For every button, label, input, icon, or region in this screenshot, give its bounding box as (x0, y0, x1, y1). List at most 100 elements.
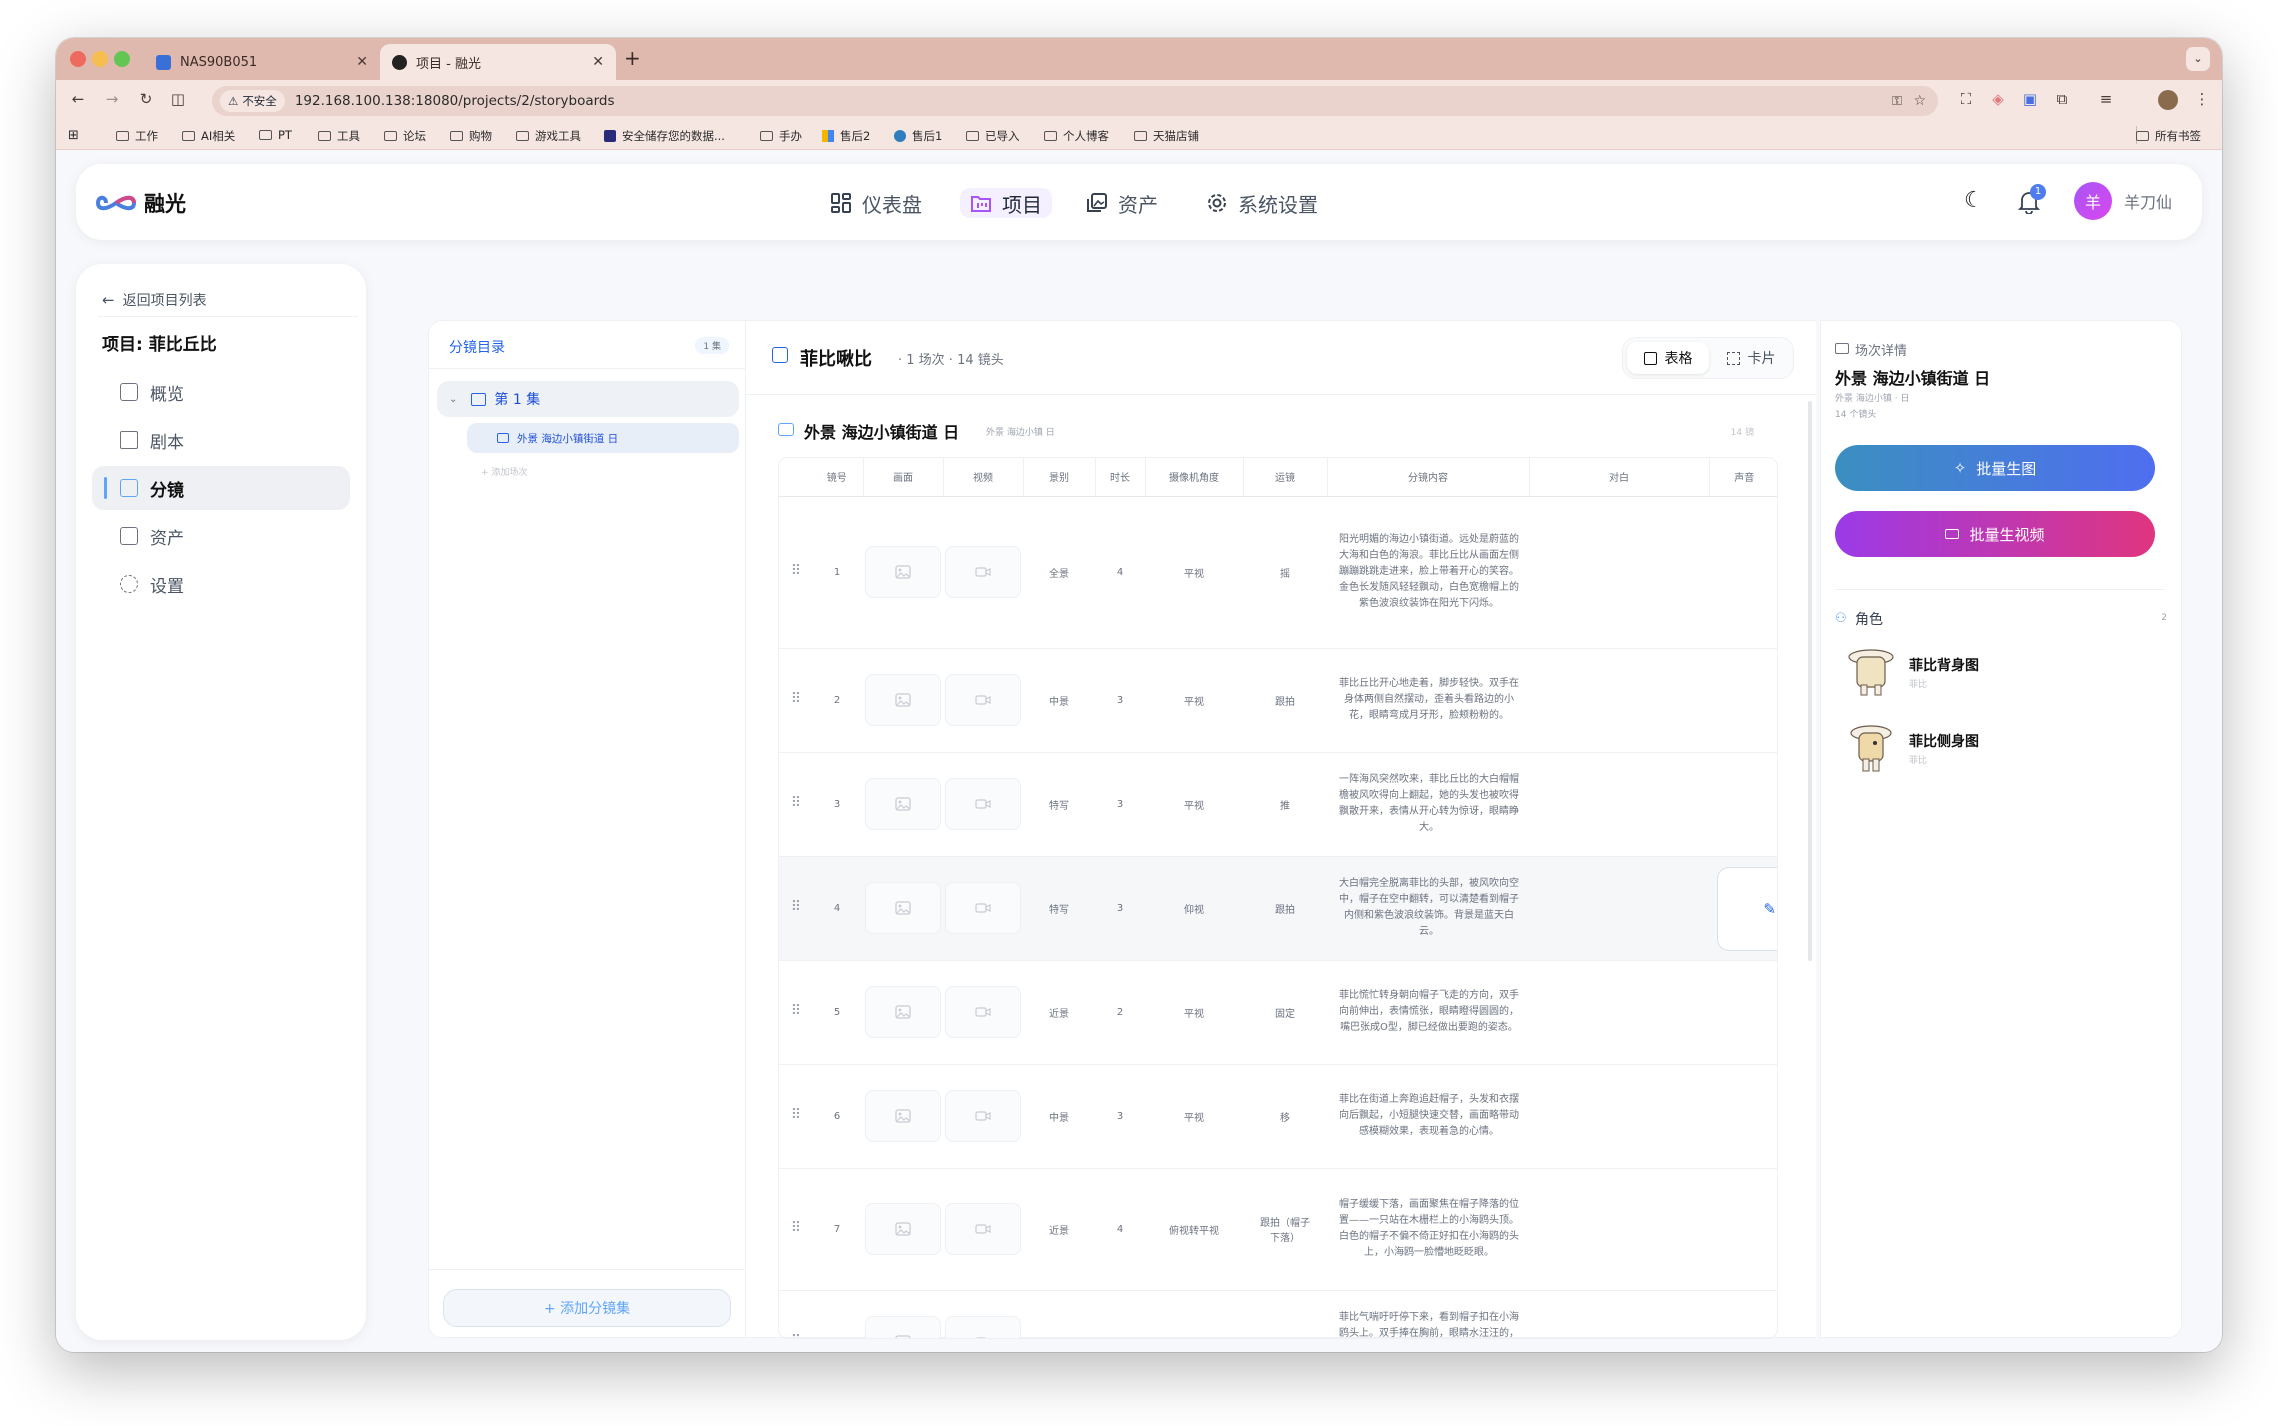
edit-row-button[interactable]: ✎ (1717, 866, 1777, 951)
sidebar-item-script[interactable]: 剧本 (92, 418, 350, 462)
dialog-cell[interactable] (1529, 496, 1709, 649)
nav-projects[interactable]: 项目 (960, 188, 1052, 218)
image-cell[interactable] (863, 496, 943, 649)
nav-assets[interactable]: 资产 (1086, 188, 1158, 218)
table-row[interactable]: ⠿ 3 特写 3 平视推一阵海风突然吹来，菲比丘比的大白帽帽檐被风吹得向上翻起，她的头发… (779, 752, 1777, 857)
video-cell[interactable] (943, 960, 1023, 1065)
video-cell[interactable] (943, 752, 1023, 857)
camera-angle-cell[interactable]: 俯视转平视 (1145, 1168, 1243, 1291)
image-cell[interactable] (863, 752, 943, 857)
camera-angle-cell[interactable]: 平视 (1145, 1290, 1243, 1338)
apps-grid-icon[interactable]: ⊞ (68, 128, 79, 143)
dialog-cell[interactable] (1529, 1168, 1709, 1291)
video-placeholder[interactable] (945, 778, 1021, 830)
bookmark-item[interactable]: 论坛 (384, 128, 426, 144)
bookmark-item[interactable]: 天猫店铺 (1134, 128, 1199, 144)
sound-cell[interactable] (1709, 1064, 1777, 1169)
bookmark-item[interactable]: 工作 (116, 128, 158, 144)
bookmark-item[interactable]: 已导入 (966, 128, 1020, 144)
sound-cell[interactable]: ✎ (1709, 856, 1777, 961)
shot-size-cell[interactable]: 特写 (1023, 856, 1095, 961)
camera-angle-cell[interactable]: 平视 (1145, 960, 1243, 1065)
close-window-button[interactable] (70, 51, 86, 67)
drag-handle[interactable]: ⠿ (779, 1168, 811, 1291)
sound-cell[interactable] (1709, 1290, 1777, 1338)
sound-cell[interactable] (1709, 648, 1777, 753)
extension-icon[interactable]: ▣ (2020, 90, 2040, 108)
dialog-cell[interactable] (1529, 752, 1709, 857)
video-cell[interactable] (943, 856, 1023, 961)
table-row[interactable]: ⠿ 2 中景 3 平视 跟拍 菲比丘比开心地走着，脚步轻快。双手在身体两侧自然摆动，歪着头看… (779, 648, 1777, 753)
role-card[interactable]: 菲比侧身图 菲比 (1835, 715, 2165, 783)
minimize-window-button[interactable] (92, 51, 108, 67)
table-row[interactable]: ⠿ 5 近景 2 平视 固定 菲比慌忙转身朝向帽子飞走的方向，双手向前伸出，表情慌张，眼睛瞪… (779, 960, 1777, 1065)
bookmark-item[interactable]: 安全储存您的数据... (604, 128, 725, 144)
table-row[interactable]: ⠿ 4 特写 3 仰视 跟拍 大白帽完全脱离菲比的头部，被风吹向空中，帽子在空中翻转，可以清… (779, 856, 1777, 961)
back-arrow-icon[interactable]: ← (68, 90, 88, 108)
scrollbar-thumb[interactable] (1808, 401, 1812, 961)
bookmark-item[interactable]: 售后2 (822, 128, 870, 144)
table-row[interactable]: ⠿ 7 近景 4 俯视转平视 跟拍（帽子下落） 帽子缓缓下落，画面聚焦在帽子降落的位置——一… (779, 1168, 1777, 1291)
all-bookmarks[interactable]: 所有书签 (2136, 128, 2201, 144)
drag-handle[interactable]: ⠿ (779, 856, 811, 961)
duration-cell[interactable]: 3 (1095, 856, 1145, 961)
shot-size-cell[interactable]: 近景 (1023, 1290, 1095, 1338)
shot-size-cell[interactable]: 特写 (1023, 752, 1095, 857)
shot-size-cell[interactable]: 近景 (1023, 1168, 1095, 1291)
content-cell[interactable]: 菲比慌忙转身朝向帽子飞走的方向，双手向前伸出，表情慌张，眼睛瞪得圆圆的，嘴巴张成… (1327, 960, 1529, 1065)
camera-angle-cell[interactable]: 平视 (1145, 648, 1243, 753)
bookmark-item[interactable]: 手办 (760, 128, 802, 144)
dialog-cell[interactable] (1529, 648, 1709, 753)
episode-item[interactable]: ⌄ 第 1 集 (437, 381, 739, 417)
image-placeholder[interactable] (865, 882, 941, 934)
bookmark-item[interactable]: 售后1 (894, 128, 942, 144)
sidebar-item-overview[interactable]: 概览 (92, 370, 350, 414)
image-placeholder[interactable] (865, 674, 941, 726)
bookmark-item[interactable]: 游戏工具 (516, 128, 581, 144)
reading-list-icon[interactable]: ≡ (2096, 90, 2116, 108)
video-placeholder[interactable] (945, 1316, 1021, 1338)
sound-cell[interactable] (1709, 1168, 1777, 1291)
tab-nas[interactable]: NAS90B051 ✕ (144, 44, 380, 80)
shot-size-cell[interactable]: 近景 (1023, 960, 1095, 1065)
card-view-button[interactable]: 卡片 (1713, 342, 1789, 374)
video-cell[interactable] (943, 1168, 1023, 1291)
video-cell[interactable] (943, 496, 1023, 649)
duration-cell[interactable]: 3 (1095, 1064, 1145, 1169)
drag-handle[interactable]: ⠿ (779, 1064, 811, 1169)
image-cell[interactable] (863, 1168, 943, 1291)
batch-generate-images-button[interactable]: ✧ 批量生图 (1835, 445, 2155, 491)
dialog-cell[interactable] (1529, 1064, 1709, 1169)
image-cell[interactable] (863, 1290, 943, 1338)
close-tab-icon[interactable]: ✕ (356, 54, 368, 70)
drag-handle[interactable]: ⠿ (779, 1290, 811, 1338)
reader-mode-icon[interactable]: ◫ (168, 90, 188, 108)
camera-move-cell[interactable]: 推 (1243, 752, 1327, 857)
star-icon[interactable]: ☆ (1913, 93, 1926, 109)
content-cell[interactable]: 菲比在街道上奔跑追赶帽子，头发和衣摆向后飘起，小短腿快速交替，画面略带动感模糊效… (1327, 1064, 1529, 1169)
notification-button[interactable]: 1 (2017, 184, 2046, 218)
duration-cell[interactable]: 4 (1095, 1168, 1145, 1291)
image-cell[interactable] (863, 856, 943, 961)
camera-move-cell[interactable]: 跟拍 (1243, 648, 1327, 753)
close-tab-icon[interactable]: ✕ (592, 54, 604, 70)
camera-move-cell[interactable]: 跟拍 (1243, 856, 1327, 961)
shot-size-cell[interactable]: 中景 (1023, 648, 1095, 753)
content-cell[interactable]: 大白帽完全脱离菲比的头部，被风吹向空中，帽子在空中翻转，可以清楚看到帽子内侧和紫… (1327, 856, 1529, 961)
sound-cell[interactable] (1709, 960, 1777, 1065)
batch-generate-videos-button[interactable]: 批量生视频 (1835, 511, 2155, 557)
video-placeholder[interactable] (945, 674, 1021, 726)
extension-icon[interactable]: ⛶ (1956, 90, 1976, 108)
drag-handle[interactable]: ⠿ (779, 752, 811, 857)
duration-cell[interactable]: 4 (1095, 1290, 1145, 1338)
content-cell[interactable]: 菲比丘比开心地走着，脚步轻快。双手在身体两侧自然摆动，歪着头看路边的小花，眼睛弯… (1327, 648, 1529, 753)
table-view-button[interactable]: 表格 (1627, 342, 1709, 374)
menu-dots-icon[interactable]: ⋮ (2192, 90, 2212, 108)
video-placeholder[interactable] (945, 546, 1021, 598)
sidebar-item-settings[interactable]: 设置 (92, 562, 350, 606)
sound-cell[interactable] (1709, 496, 1777, 649)
duration-cell[interactable]: 3 (1095, 648, 1145, 753)
bookmark-item[interactable]: 购物 (450, 128, 492, 144)
nav-dashboard[interactable]: 仪表盘 (830, 188, 922, 218)
image-placeholder[interactable] (865, 986, 941, 1038)
